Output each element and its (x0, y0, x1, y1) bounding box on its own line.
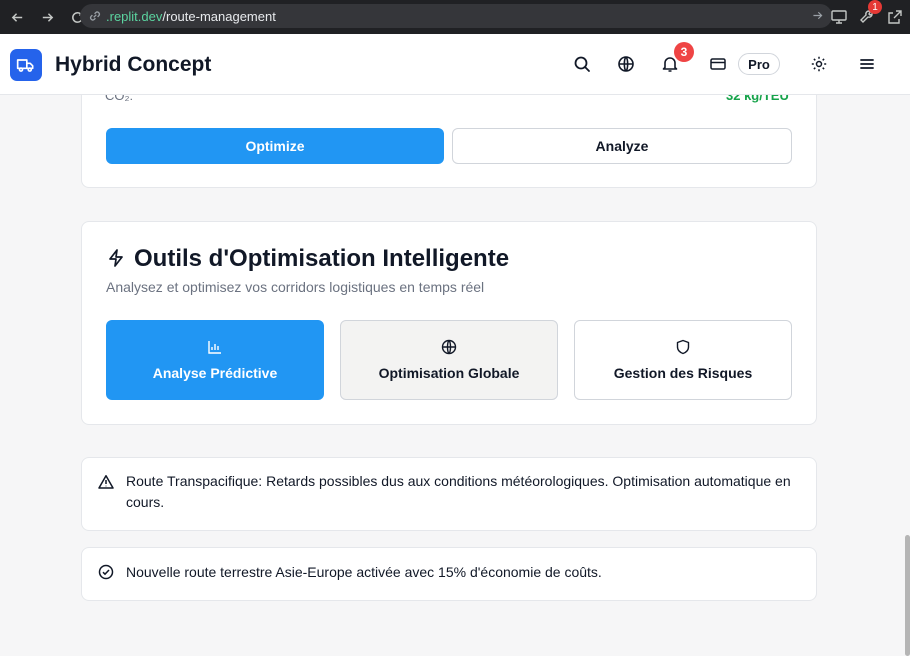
truck-icon (16, 59, 34, 72)
globe-icon (618, 56, 634, 72)
site-info-icon[interactable] (88, 9, 102, 23)
browser-actions: 1 (830, 0, 910, 34)
address-bar[interactable]: .replit.dev/route-management (80, 4, 832, 28)
monitor-icon (831, 10, 847, 24)
external-link-icon (888, 10, 902, 24)
go-arrow-icon[interactable] (811, 9, 824, 22)
warning-triangle-icon (98, 475, 114, 489)
tool-risk-management[interactable]: Gestion des Risques (574, 320, 792, 400)
brand-logo[interactable] (10, 49, 42, 81)
tool-global-optimization[interactable]: Optimisation Globale (340, 320, 558, 400)
screen-cast-button[interactable] (830, 8, 848, 26)
tool-predictive-analysis[interactable]: Analyse Prédictive (106, 320, 324, 400)
url-host: .replit.dev (106, 8, 163, 24)
notification-count-badge: 3 (674, 42, 694, 62)
arrow-right-icon (42, 12, 53, 22)
search-icon (574, 56, 590, 72)
search-button[interactable] (573, 55, 591, 73)
tools-subtitle: Analysez et optimisez vos corridors logi… (106, 279, 485, 295)
analyze-button[interactable]: Analyze (452, 128, 792, 164)
tool-label: Optimisation Globale (378, 365, 520, 381)
plan-badge[interactable]: Pro (738, 53, 780, 75)
alert-text: Nouvelle route terrestre Asie-Europe act… (126, 564, 602, 580)
tool-label: Analyse Prédictive (152, 365, 278, 381)
arrow-left-icon (11, 12, 22, 22)
settings-button[interactable] (810, 55, 828, 73)
menu-button[interactable] (858, 55, 876, 73)
shield-icon (676, 339, 690, 355)
extensions-button[interactable]: 1 (858, 0, 882, 26)
scrollbar-thumb[interactable] (905, 535, 910, 656)
app-title: Hybrid Concept (55, 53, 212, 76)
extension-badge: 1 (868, 0, 882, 14)
language-button[interactable] (617, 55, 635, 73)
gear-icon (811, 56, 827, 72)
hamburger-menu-icon (860, 59, 874, 69)
lightning-icon (109, 249, 123, 267)
tools-title: Outils d'Optimisation Intelligente (134, 245, 510, 272)
back-button[interactable] (4, 4, 30, 30)
check-circle-icon (98, 564, 114, 580)
browser-toolbar: .replit.dev/route-management 1 (0, 0, 910, 34)
open-external-button[interactable] (886, 8, 904, 26)
optimize-button[interactable]: Optimize (106, 128, 444, 164)
tool-label: Gestion des Risques (613, 365, 753, 381)
url-path: /route-management (162, 8, 276, 24)
alert-text: Route Transpacifique: Retards possibles … (126, 473, 791, 510)
globe-icon (441, 339, 457, 355)
billing-button[interactable] (709, 55, 727, 73)
forward-button[interactable] (34, 4, 60, 30)
credit-card-icon (710, 58, 726, 70)
bar-chart-icon (208, 341, 221, 354)
